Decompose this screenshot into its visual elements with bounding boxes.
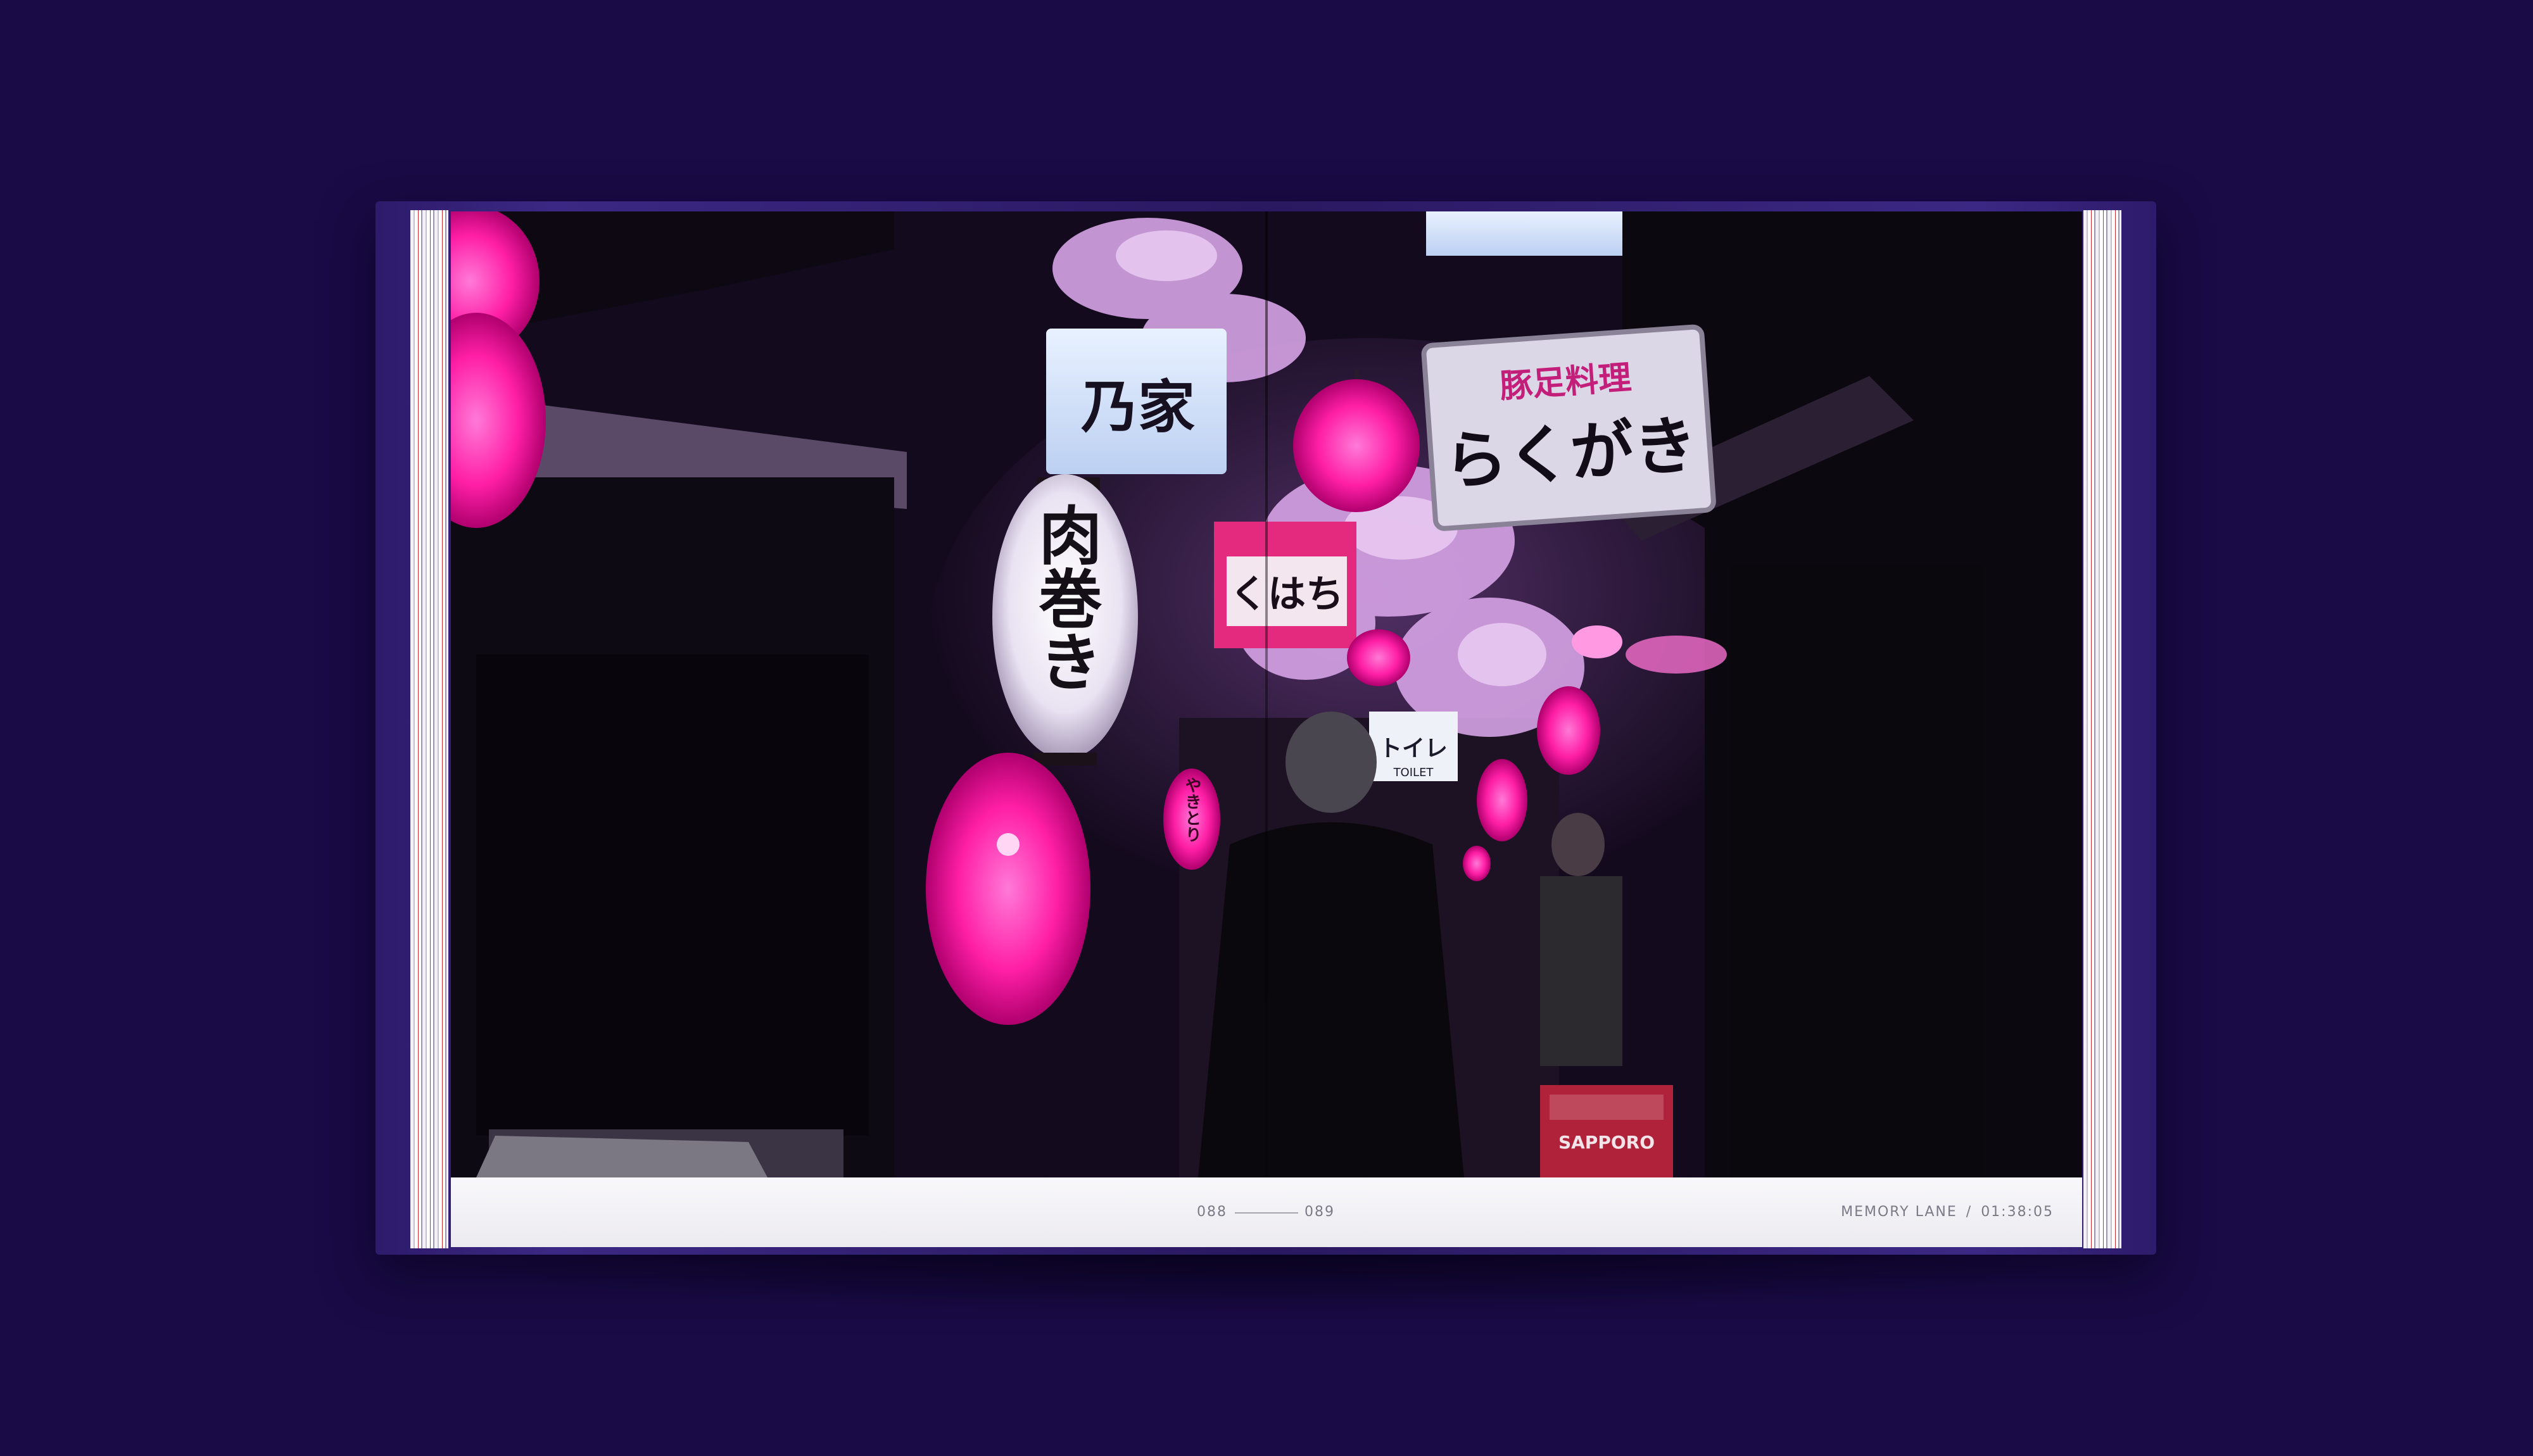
caption-time: 01:38:05 [1981,1204,2054,1220]
page-edges-left [410,210,448,1248]
page-number-rule [1235,1212,1298,1214]
caption-separator: / [1966,1204,1973,1220]
page-number-right: 089 [1304,1204,1335,1220]
photo-caption: MEMORY LANE / 01:38:05 [1841,1204,2054,1220]
sign-small-text: くはち [1230,572,1344,617]
book-mockup: 乃家 豚足料理 らくがき くはち トイレ TOILET 肉巻き やきとり SAP… [0,0,2533,1456]
page-edges-right [2083,210,2121,1248]
caption-title: MEMORY LANE [1841,1204,1957,1220]
sign-left-text: 乃家 [1081,373,1195,441]
lantern-big-text: 肉巻き [1028,503,1102,693]
book-gutter [1265,211,1268,1247]
toilet-sign-en-text: TOILET [1393,766,1434,779]
page-number-left: 088 [1197,1204,1227,1220]
crate-brand-text: SAPPORO [1558,1132,1655,1153]
lantern-small-1-text: やきとり [1182,777,1201,843]
toilet-sign-text: トイレ [1379,735,1448,762]
